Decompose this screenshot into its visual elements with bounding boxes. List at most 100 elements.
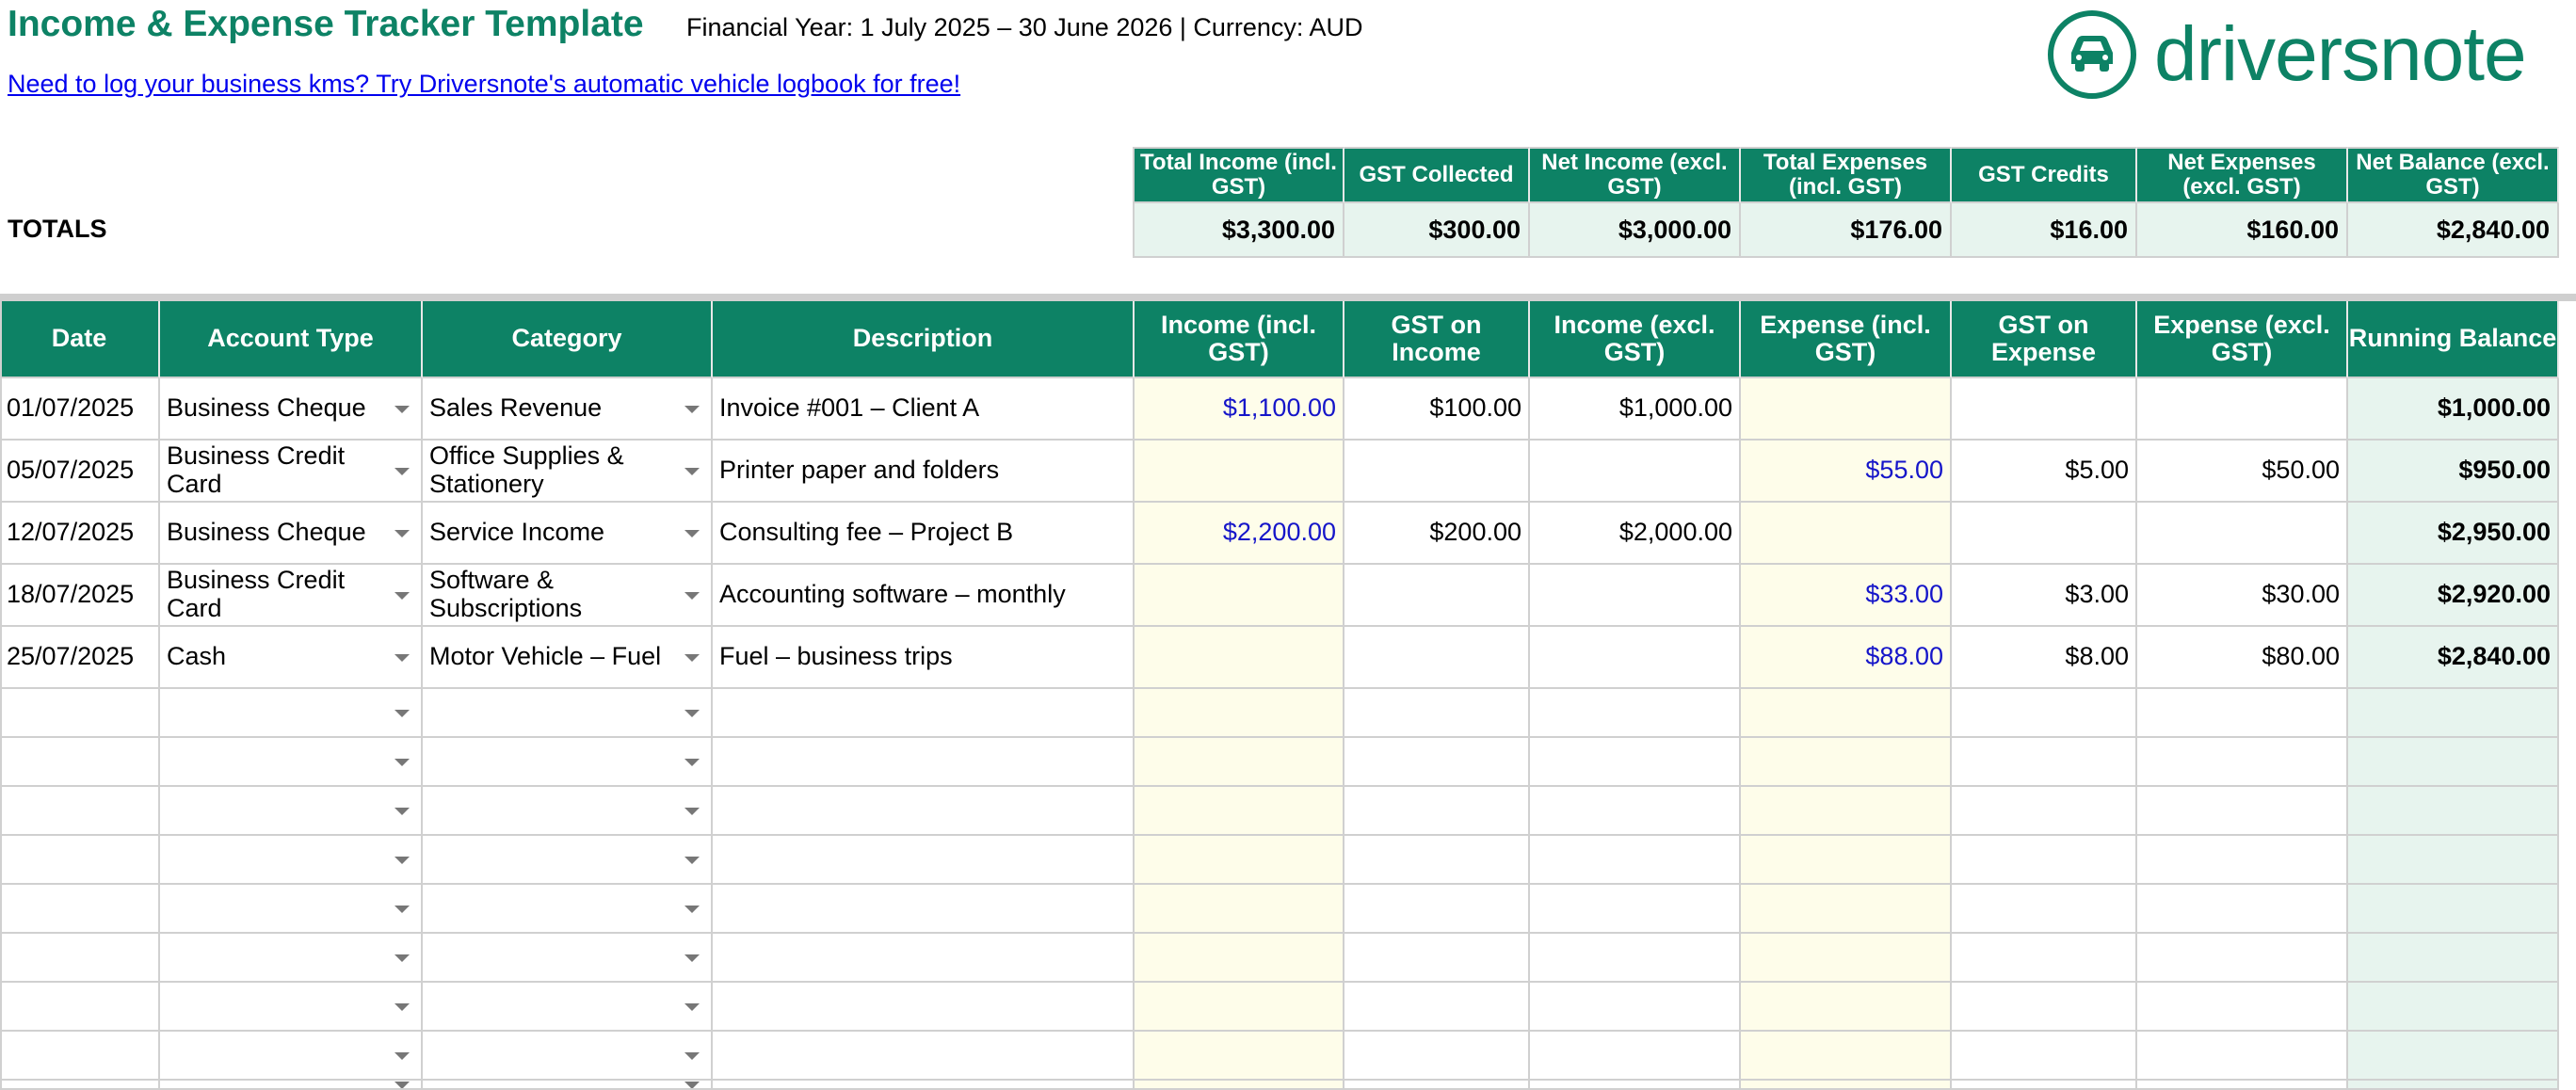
cell-income-excl-gst[interactable] bbox=[1530, 627, 1741, 689]
empty-cell-expense-incl-gst[interactable] bbox=[1741, 738, 1952, 787]
chevron-down-icon[interactable] bbox=[684, 468, 700, 475]
empty-cell-description[interactable] bbox=[713, 738, 1135, 787]
chevron-down-icon[interactable] bbox=[684, 954, 700, 962]
empty-cell-income-incl-gst[interactable] bbox=[1135, 689, 1344, 738]
empty-cell-income-incl-gst[interactable] bbox=[1135, 738, 1344, 787]
empty-cell-category[interactable] bbox=[423, 934, 713, 983]
empty-cell-gst-on-expense[interactable] bbox=[1952, 1032, 2137, 1081]
empty-cell-date[interactable] bbox=[0, 738, 160, 787]
empty-cell-running-balance[interactable] bbox=[2348, 983, 2559, 1032]
empty-cell-income-excl-gst[interactable] bbox=[1530, 836, 1741, 885]
empty-cell-account-type[interactable] bbox=[160, 787, 423, 836]
cell-expense-incl-gst[interactable]: $88.00 bbox=[1741, 627, 1952, 689]
empty-cell-running-balance[interactable] bbox=[2348, 1081, 2559, 1090]
empty-cell-gst-on-expense[interactable] bbox=[1952, 689, 2137, 738]
chevron-down-icon[interactable] bbox=[684, 1003, 700, 1011]
cell-gst-on-income[interactable]: $100.00 bbox=[1344, 378, 1530, 441]
column-header-account-type[interactable]: Account Type bbox=[160, 301, 423, 378]
chevron-down-icon[interactable] bbox=[684, 654, 700, 662]
cell-date[interactable]: 12/07/2025 bbox=[0, 503, 160, 565]
cell-income-incl-gst[interactable]: $1,100.00 bbox=[1135, 378, 1344, 441]
empty-cell-category[interactable] bbox=[423, 738, 713, 787]
totals-value-net-expenses[interactable]: $160.00 bbox=[2137, 203, 2348, 258]
empty-cell-category[interactable] bbox=[423, 836, 713, 885]
empty-cell-income-excl-gst[interactable] bbox=[1530, 1081, 1741, 1090]
empty-cell-description[interactable] bbox=[713, 885, 1135, 934]
cell-account-type[interactable]: Business Credit Card bbox=[160, 565, 423, 627]
empty-cell-gst-on-expense[interactable] bbox=[1952, 983, 2137, 1032]
cell-description[interactable]: Printer paper and folders bbox=[713, 441, 1135, 503]
cell-description[interactable]: Accounting software – monthly bbox=[713, 565, 1135, 627]
empty-cell-expense-excl-gst[interactable] bbox=[2137, 689, 2348, 738]
empty-cell-income-excl-gst[interactable] bbox=[1530, 689, 1741, 738]
cell-gst-on-income[interactable] bbox=[1344, 441, 1530, 503]
empty-cell-date[interactable] bbox=[0, 885, 160, 934]
empty-cell-gst-on-income[interactable] bbox=[1344, 787, 1530, 836]
empty-cell-category[interactable] bbox=[423, 983, 713, 1032]
empty-cell-date[interactable] bbox=[0, 689, 160, 738]
cell-category[interactable]: Software & Subscriptions bbox=[423, 565, 713, 627]
cell-gst-on-expense[interactable]: $3.00 bbox=[1952, 565, 2137, 627]
cell-income-incl-gst[interactable] bbox=[1135, 565, 1344, 627]
chevron-down-icon[interactable] bbox=[394, 906, 410, 913]
empty-cell-date[interactable] bbox=[0, 983, 160, 1032]
empty-cell-date[interactable] bbox=[0, 1032, 160, 1081]
cell-date[interactable]: 18/07/2025 bbox=[0, 565, 160, 627]
empty-cell-gst-on-income[interactable] bbox=[1344, 934, 1530, 983]
empty-cell-running-balance[interactable] bbox=[2348, 738, 2559, 787]
empty-cell-expense-incl-gst[interactable] bbox=[1741, 934, 1952, 983]
empty-cell-expense-excl-gst[interactable] bbox=[2137, 738, 2348, 787]
empty-cell-expense-incl-gst[interactable] bbox=[1741, 983, 1952, 1032]
chevron-down-icon[interactable] bbox=[394, 654, 410, 662]
empty-cell-category[interactable] bbox=[423, 689, 713, 738]
empty-cell-description[interactable] bbox=[713, 934, 1135, 983]
empty-cell-income-incl-gst[interactable] bbox=[1135, 787, 1344, 836]
empty-cell-description[interactable] bbox=[713, 1081, 1135, 1090]
empty-cell-account-type[interactable] bbox=[160, 836, 423, 885]
cell-gst-on-income[interactable] bbox=[1344, 565, 1530, 627]
empty-cell-running-balance[interactable] bbox=[2348, 1032, 2559, 1081]
empty-cell-account-type[interactable] bbox=[160, 1081, 423, 1090]
empty-cell-expense-excl-gst[interactable] bbox=[2137, 885, 2348, 934]
empty-cell-expense-incl-gst[interactable] bbox=[1741, 836, 1952, 885]
cell-date[interactable]: 05/07/2025 bbox=[0, 441, 160, 503]
empty-cell-income-incl-gst[interactable] bbox=[1135, 836, 1344, 885]
empty-cell-expense-excl-gst[interactable] bbox=[2137, 836, 2348, 885]
chevron-down-icon[interactable] bbox=[394, 592, 410, 600]
cell-income-excl-gst[interactable] bbox=[1530, 565, 1741, 627]
cell-running-balance[interactable]: $1,000.00 bbox=[2348, 378, 2559, 441]
column-header-expense-incl-gst[interactable]: Expense (incl. GST) bbox=[1741, 301, 1952, 378]
cell-income-incl-gst[interactable] bbox=[1135, 441, 1344, 503]
empty-cell-income-excl-gst[interactable] bbox=[1530, 885, 1741, 934]
empty-cell-account-type[interactable] bbox=[160, 885, 423, 934]
cell-account-type[interactable]: Business Cheque bbox=[160, 503, 423, 565]
column-header-income-incl-gst[interactable]: Income (incl. GST) bbox=[1135, 301, 1344, 378]
empty-cell-account-type[interactable] bbox=[160, 738, 423, 787]
totals-value-gst-collected[interactable]: $300.00 bbox=[1344, 203, 1530, 258]
empty-cell-income-excl-gst[interactable] bbox=[1530, 787, 1741, 836]
empty-cell-account-type[interactable] bbox=[160, 934, 423, 983]
empty-cell-gst-on-expense[interactable] bbox=[1952, 1081, 2137, 1090]
chevron-down-icon[interactable] bbox=[684, 406, 700, 413]
cell-running-balance[interactable]: $2,950.00 bbox=[2348, 503, 2559, 565]
empty-cell-category[interactable] bbox=[423, 787, 713, 836]
empty-cell-running-balance[interactable] bbox=[2348, 689, 2559, 738]
cell-expense-excl-gst[interactable]: $80.00 bbox=[2137, 627, 2348, 689]
column-header-date[interactable]: Date bbox=[0, 301, 160, 378]
cell-income-incl-gst[interactable] bbox=[1135, 627, 1344, 689]
chevron-down-icon[interactable] bbox=[684, 759, 700, 766]
column-header-gst-on-expense[interactable]: GST on Expense bbox=[1952, 301, 2137, 378]
totals-value-net-income[interactable]: $3,000.00 bbox=[1530, 203, 1741, 258]
empty-cell-account-type[interactable] bbox=[160, 1032, 423, 1081]
empty-cell-expense-incl-gst[interactable] bbox=[1741, 689, 1952, 738]
cell-category[interactable]: Service Income bbox=[423, 503, 713, 565]
cell-gst-on-income[interactable] bbox=[1344, 627, 1530, 689]
cell-gst-on-expense[interactable] bbox=[1952, 378, 2137, 441]
totals-value-total-income[interactable]: $3,300.00 bbox=[1135, 203, 1344, 258]
empty-cell-category[interactable] bbox=[423, 1032, 713, 1081]
column-header-gst-on-income[interactable]: GST on Income bbox=[1344, 301, 1530, 378]
chevron-down-icon[interactable] bbox=[684, 710, 700, 717]
empty-cell-expense-incl-gst[interactable] bbox=[1741, 787, 1952, 836]
cell-income-incl-gst[interactable]: $2,200.00 bbox=[1135, 503, 1344, 565]
chevron-down-icon[interactable] bbox=[684, 1082, 700, 1088]
